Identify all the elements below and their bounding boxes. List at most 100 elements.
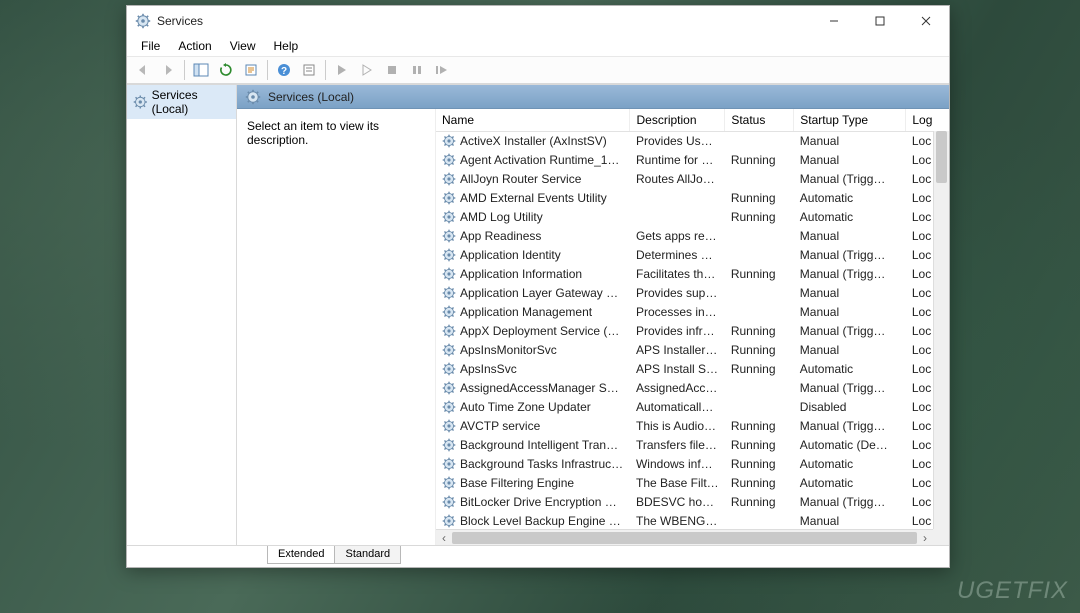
service-list[interactable]: Name Description Status Startup Type Log…	[435, 109, 949, 545]
cell-description: Determines …	[630, 245, 725, 264]
cell-status: Running	[725, 207, 794, 226]
restart-service-button[interactable]	[430, 59, 454, 81]
column-header-row[interactable]: Name Description Status Startup Type Log	[436, 109, 949, 131]
refresh-button[interactable]	[214, 59, 238, 81]
menu-action[interactable]: Action	[170, 38, 219, 54]
titlebar[interactable]: Services	[127, 6, 949, 36]
service-row[interactable]: Application InformationFacilitates th…Ru…	[436, 264, 949, 283]
tab-standard[interactable]: Standard	[334, 546, 401, 564]
service-row[interactable]: App ReadinessGets apps re…ManualLoc	[436, 226, 949, 245]
col-description[interactable]: Description	[630, 109, 725, 131]
refresh-icon	[219, 63, 233, 77]
col-logon[interactable]: Log	[906, 109, 949, 131]
service-row[interactable]: Application ManagementProcesses in…Manua…	[436, 302, 949, 321]
cell-startup: Manual (Trigg…	[794, 321, 906, 340]
cell-status: Running	[725, 492, 794, 511]
content-header-title: Services (Local)	[268, 90, 354, 104]
scrollbar-thumb[interactable]	[452, 532, 917, 544]
service-row[interactable]: ApsInsMonitorSvcAPS Installer …RunningMa…	[436, 340, 949, 359]
service-row[interactable]: AMD External Events UtilityRunningAutoma…	[436, 188, 949, 207]
svg-text:?: ?	[281, 66, 287, 77]
cell-startup: Manual (Trigg…	[794, 245, 906, 264]
col-name[interactable]: Name	[436, 109, 630, 131]
back-button[interactable]	[131, 59, 155, 81]
properties-icon	[302, 63, 316, 77]
menu-help[interactable]: Help	[266, 38, 307, 54]
help-button[interactable]: ?	[272, 59, 296, 81]
cell-status: Running	[725, 473, 794, 492]
pause-service-button[interactable]	[405, 59, 429, 81]
service-row[interactable]: AMD Log UtilityRunningAutomaticLoc	[436, 207, 949, 226]
panel-icon	[193, 63, 209, 77]
tree-item-services-local[interactable]: Services (Local)	[127, 85, 236, 119]
cell-startup: Manual (Trigg…	[794, 416, 906, 435]
start-service-button[interactable]	[330, 59, 354, 81]
cell-name: Agent Activation Runtime_1…	[436, 150, 630, 169]
export-list-button[interactable]	[239, 59, 263, 81]
service-row[interactable]: Agent Activation Runtime_1…Runtime for ……	[436, 150, 949, 169]
export-icon	[244, 63, 258, 77]
cell-name: AMD Log Utility	[436, 207, 630, 226]
service-row[interactable]: AppX Deployment Service (A…Provides infr…	[436, 321, 949, 340]
cell-description: Windows inf…	[630, 454, 725, 473]
vertical-scrollbar[interactable]	[933, 131, 949, 529]
service-row[interactable]: AVCTP serviceThis is Audio…RunningManual…	[436, 416, 949, 435]
stop-icon	[386, 64, 398, 76]
tab-extended[interactable]: Extended	[267, 546, 335, 564]
content-pane: Services (Local) Select an item to view …	[237, 85, 949, 545]
scroll-left-icon[interactable]: ‹	[436, 530, 452, 546]
cell-startup: Automatic (De…	[794, 435, 906, 454]
minimize-button[interactable]	[811, 6, 857, 36]
service-row[interactable]: ApsInsSvcAPS Install S…RunningAutomaticL…	[436, 359, 949, 378]
horizontal-scrollbar[interactable]: ‹ ›	[436, 529, 933, 545]
service-row[interactable]: Base Filtering EngineThe Base Filt…Runni…	[436, 473, 949, 492]
service-row[interactable]: AssignedAccessManager Ser…AssignedAcc…Ma…	[436, 378, 949, 397]
cell-status	[725, 169, 794, 188]
cell-description: APS Installer …	[630, 340, 725, 359]
col-startup[interactable]: Startup Type	[794, 109, 906, 131]
cell-status	[725, 245, 794, 264]
close-button[interactable]	[903, 6, 949, 36]
service-row[interactable]: Background Intelligent Tran…Transfers fi…	[436, 435, 949, 454]
cell-startup: Manual (Trigg…	[794, 492, 906, 511]
service-row[interactable]: Auto Time Zone UpdaterAutomaticall…Disab…	[436, 397, 949, 416]
maximize-icon	[875, 16, 885, 26]
resume-service-button[interactable]	[355, 59, 379, 81]
gear-icon	[442, 343, 456, 357]
cell-description: Gets apps re…	[630, 226, 725, 245]
service-row[interactable]: Block Level Backup Engine S…The WBENGI…M…	[436, 511, 949, 530]
scrollbar-thumb[interactable]	[936, 131, 947, 183]
help-icon: ?	[277, 63, 291, 77]
forward-button[interactable]	[156, 59, 180, 81]
cell-name: Application Layer Gateway S…	[436, 283, 630, 302]
gear-icon	[442, 514, 456, 528]
cell-startup: Manual	[794, 226, 906, 245]
cell-status	[725, 378, 794, 397]
service-row[interactable]: AllJoyn Router ServiceRoutes AllJo…Manua…	[436, 169, 949, 188]
cell-startup: Manual (Trigg…	[794, 264, 906, 283]
service-row[interactable]: BitLocker Drive Encryption S…BDESVC hos……	[436, 492, 949, 511]
menu-view[interactable]: View	[222, 38, 264, 54]
cell-description: Provides Use…	[630, 131, 725, 150]
maximize-button[interactable]	[857, 6, 903, 36]
gear-icon	[442, 267, 456, 281]
stop-service-button[interactable]	[380, 59, 404, 81]
cell-description: Provides sup…	[630, 283, 725, 302]
col-status[interactable]: Status	[725, 109, 794, 131]
properties-button[interactable]	[297, 59, 321, 81]
show-hide-tree-button[interactable]	[189, 59, 213, 81]
restart-icon	[435, 64, 449, 76]
menu-file[interactable]: File	[133, 38, 168, 54]
service-row[interactable]: ActiveX Installer (AxInstSV)Provides Use…	[436, 131, 949, 150]
cell-startup: Manual (Trigg…	[794, 169, 906, 188]
scroll-right-icon[interactable]: ›	[917, 530, 933, 546]
service-row[interactable]: Application Layer Gateway S…Provides sup…	[436, 283, 949, 302]
tree-pane[interactable]: Services (Local)	[127, 85, 237, 545]
service-row[interactable]: Background Tasks Infrastruc…Windows inf……	[436, 454, 949, 473]
cell-status	[725, 511, 794, 530]
gear-icon	[442, 286, 456, 300]
service-row[interactable]: Application IdentityDetermines …Manual (…	[436, 245, 949, 264]
cell-startup: Disabled	[794, 397, 906, 416]
gear-icon	[442, 324, 456, 338]
cell-name: AMD External Events Utility	[436, 188, 630, 207]
